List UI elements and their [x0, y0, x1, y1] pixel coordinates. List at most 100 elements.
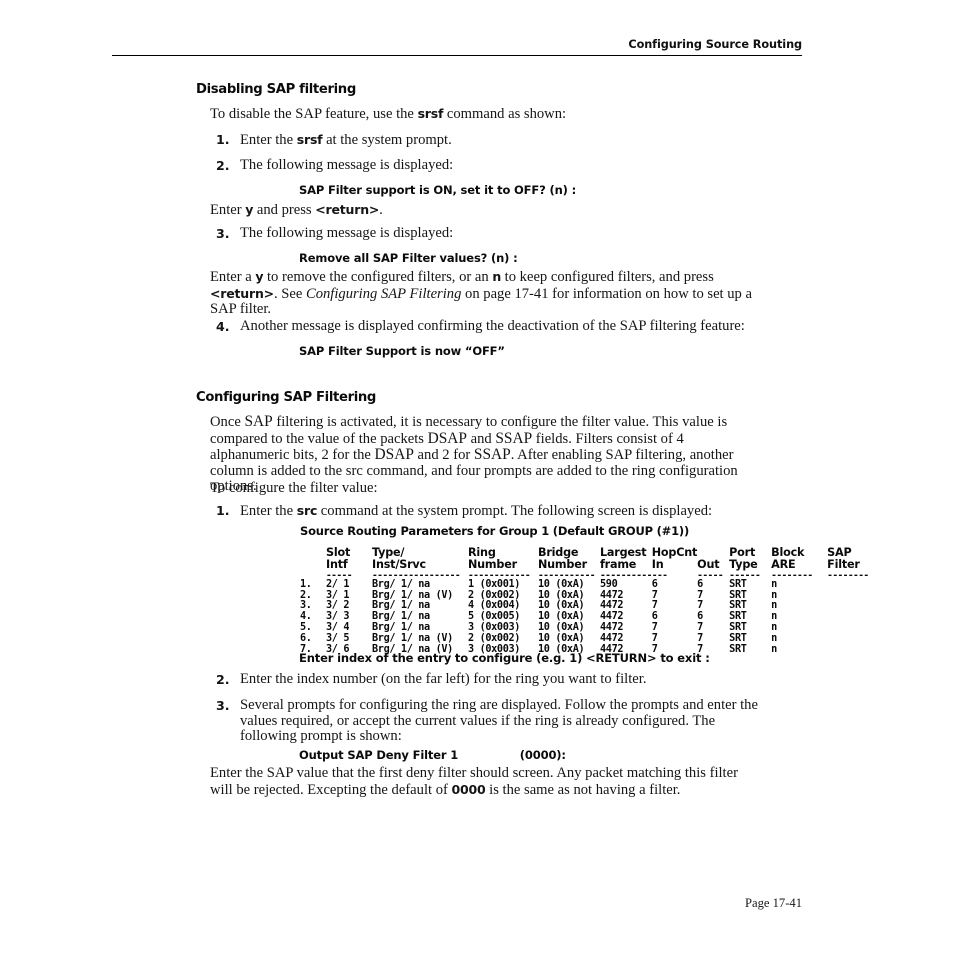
list-item-text: Enter the srsf at the system prompt.	[240, 132, 758, 149]
cell-hop-in: 7	[651, 622, 658, 634]
rule-sap: --------	[827, 569, 869, 581]
cross-reference-title: Configuring SAP Filtering	[305, 285, 462, 302]
text-fragment: To disable the SAP feature, use the	[210, 106, 418, 122]
text-fragment: .	[379, 202, 383, 218]
col-hop-out-bottom: Out	[697, 558, 720, 571]
rule-block: --------	[771, 569, 813, 581]
text-fragment: command as shown:	[443, 106, 567, 122]
list-item: 2. Enter the index number (on the far le…	[216, 671, 758, 688]
text-fragment: Enter a	[210, 269, 256, 285]
text-fragment: and	[466, 430, 496, 447]
cell-bridge-number: 10 (0xA)	[538, 578, 585, 590]
list-item-text: The following message is displayed:	[240, 225, 454, 241]
cell-block-are: n	[771, 633, 777, 645]
default-filter-value: 0000	[451, 781, 486, 797]
paragraph-disable-intro: To disable the SAP feature, use the srsf…	[210, 106, 756, 123]
cell-ring-number: 1 (0x001)	[468, 578, 521, 590]
key-return: <return>	[210, 285, 274, 301]
cell-sap-filter	[827, 612, 875, 623]
header-rule	[112, 55, 802, 56]
terminal-message-sap-support-on: SAP Filter support is ON, set it to OFF?…	[299, 183, 577, 197]
text-fragment: command at the system prompt. The follow…	[317, 503, 713, 519]
list-item: 1. Enter the srsf at the system prompt.	[216, 132, 758, 149]
paragraph-closing: Enter the SAP value that the first deny …	[210, 765, 756, 798]
text-fragment: Once	[210, 414, 245, 430]
terminal-prompt-enter-index: Enter index of the entry to configure (e…	[299, 651, 710, 665]
cell-block-are: n	[771, 600, 777, 612]
cell-type-inst-srvc: Brg/ 1/ na	[372, 578, 430, 590]
list-item-text: Another message is displayed confirming …	[240, 318, 745, 334]
table-row: 1. 2/ 1 Brg/ 1/ na 1 (0x001) 10 (0xA) 590 6 6 SR…	[300, 578, 875, 591]
page-number-label: Page 17-41	[744, 896, 802, 910]
text-fragment: and press	[253, 202, 316, 218]
terminal-prompt-output-sap-deny-filter: Output SAP Deny Filter 1 (0000):	[299, 748, 566, 762]
text-fragment: at the system prompt.	[322, 132, 452, 148]
col-index-bottom	[300, 559, 326, 571]
col-index-top	[300, 547, 326, 559]
key-return: <return>	[315, 202, 380, 217]
acronym-dsap: DSAP	[374, 446, 414, 464]
col-largest-bottom: frame	[600, 558, 637, 571]
cell-slot-intf: 2/ 1	[326, 578, 350, 590]
document-page: Configuring Source Routing Disabling SAP…	[0, 0, 954, 954]
cell-hop-in: 7	[651, 633, 658, 645]
list-item: 3. Several prompts for configuring the r…	[216, 697, 758, 745]
list-item-number: 2.	[216, 672, 230, 687]
text-fragment: to remove the configured filters, or an	[263, 269, 493, 285]
cell-port-type: SRT	[729, 578, 747, 590]
paragraph-enter-y-press-return: Enter y and press <return>.	[210, 202, 756, 219]
list-item: 3. The following message is displayed:	[216, 225, 758, 242]
col-block-bottom: ARE	[771, 558, 796, 571]
col-slot-bottom: Intf	[326, 558, 348, 571]
rule-hop-in: ---	[651, 569, 668, 581]
cell-largest-frame: 590	[600, 578, 618, 590]
paragraph-to-configure-filter-value: To configure the filter value:	[210, 480, 378, 496]
list-item: 2. The following message is displayed:	[216, 157, 758, 174]
cell-block-are: n	[771, 589, 777, 601]
cell-hop-out: 6	[697, 578, 703, 590]
list-item-number: 3.	[216, 226, 230, 241]
terminal-message-sap-support-off: SAP Filter Support is now “OFF”	[299, 344, 505, 358]
cell-hop-in: 6	[651, 578, 658, 590]
cell-port-type: SRT	[729, 644, 747, 656]
screen-capture-title: Source Routing Parameters for Group 1 (D…	[300, 524, 690, 538]
cell-sap-filter	[827, 601, 875, 612]
running-header-title: Configuring Source Routing	[628, 38, 802, 51]
command-src: src	[296, 503, 318, 518]
cell-hop-in: 6	[651, 611, 658, 623]
cell-block-are: n	[771, 578, 777, 590]
table-header-row-bottom: Intf Inst/Srvc Number Number frame In Ou…	[300, 559, 875, 571]
command-srsf: srsf	[296, 132, 323, 147]
key-n: n	[492, 269, 502, 284]
source-routing-parameters-table: Slot Type/ Ring Bridge Largest HopCnt Po…	[300, 547, 875, 656]
cell-sap-filter	[827, 634, 875, 645]
acronym-ssap: SSAP	[495, 429, 533, 447]
terminal-screen-capture: Source Routing Parameters for Group 1 (D…	[300, 524, 875, 656]
col-ring-bottom: Number	[468, 558, 517, 571]
page-header: Configuring Source Routing	[112, 38, 802, 56]
heading-disabling-sap-filtering: Disabling SAP filtering	[196, 82, 356, 97]
list-item-text: Enter the src command at the system prom…	[240, 503, 758, 520]
acronym-sap: SAP	[244, 413, 273, 430]
text-fragment: Enter the	[240, 503, 297, 519]
cell-block-are: n	[771, 611, 777, 623]
col-type-bottom: Inst/Srvc	[372, 558, 426, 571]
col-port-bottom: Type	[729, 558, 758, 571]
col-bridge-bottom: Number	[538, 558, 587, 571]
text-fragment: Enter	[210, 202, 246, 218]
paragraph-step3-body: Enter a y to remove the configured filte…	[210, 269, 756, 318]
list-item-number: 1.	[216, 503, 230, 518]
acronym-ssap: SSAP	[473, 446, 511, 464]
cell-hop-in: 7	[651, 589, 658, 601]
heading-configuring-sap-filtering: Configuring SAP Filtering	[196, 390, 377, 405]
cell-hop-in: 7	[651, 600, 658, 612]
cell-block-are: n	[771, 622, 777, 634]
list-item-number: 3.	[216, 698, 230, 713]
col-sap-bottom: Filter	[827, 558, 860, 571]
text-fragment: to keep configured filters, and press	[501, 269, 714, 285]
list-item-text: Several prompts for configuring the ring…	[240, 697, 758, 745]
table-header: Slot Type/ Ring Bridge Largest HopCnt Po…	[300, 547, 875, 580]
list-item-number: 2.	[216, 158, 230, 173]
acronym-dsap: DSAP	[427, 429, 467, 447]
text-fragment: . See	[273, 285, 306, 302]
